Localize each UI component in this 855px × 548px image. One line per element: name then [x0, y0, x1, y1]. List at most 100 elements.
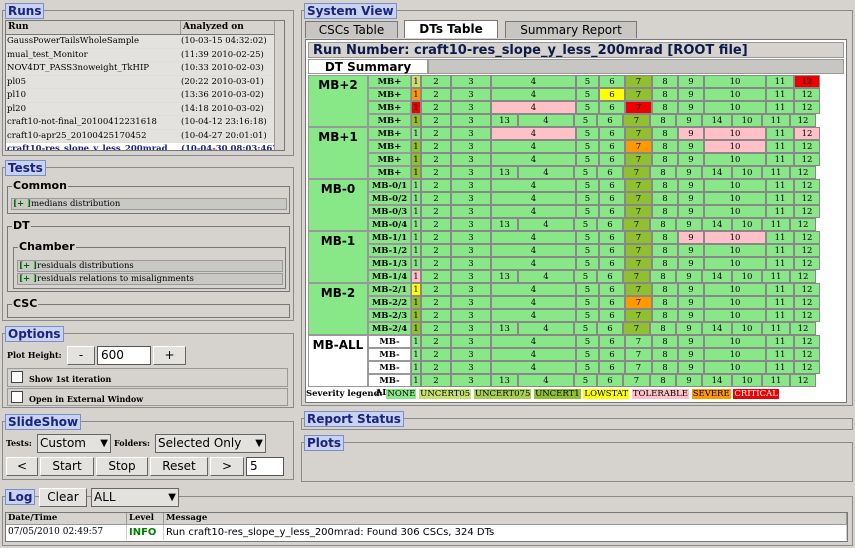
sector-cell[interactable]: 13 — [491, 114, 518, 127]
sector-cell[interactable]: 2 — [421, 140, 451, 153]
sector-cell[interactable]: 11 — [762, 270, 790, 283]
tab-summary-report[interactable]: Summary Report — [505, 21, 637, 38]
sector-cell[interactable]: 4 — [491, 140, 576, 153]
expand-icon[interactable]: [+ ] — [19, 274, 37, 284]
sector-cell[interactable]: 9 — [678, 283, 704, 296]
sector-cell[interactable]: 11 — [766, 296, 794, 309]
sector-cell[interactable]: 10 — [732, 114, 762, 127]
sector-cell[interactable]: 9 — [678, 101, 704, 114]
sector-cell[interactable]: 10 — [704, 361, 766, 374]
sector-cell[interactable]: 5 — [576, 192, 599, 205]
sector-cell[interactable]: 11 — [766, 361, 794, 374]
slideshow-stop-button[interactable]: Stop — [96, 457, 148, 476]
sector-cell[interactable]: 1 — [411, 231, 421, 244]
chamber-label[interactable]: MB-0/4 — [368, 218, 411, 231]
sector-cell[interactable]: 5 — [576, 296, 599, 309]
sector-cell[interactable]: 12 — [794, 153, 820, 166]
chamber-label[interactable]: MB-0/1 — [368, 179, 411, 192]
sector-cell[interactable]: 4 — [491, 296, 576, 309]
sector-cell[interactable]: 6 — [599, 75, 625, 88]
sector-cell[interactable]: 1 — [411, 348, 421, 361]
sector-cell[interactable]: 12 — [794, 88, 820, 101]
sector-cell[interactable]: 1 — [411, 101, 421, 114]
sector-cell[interactable]: 2 — [421, 114, 451, 127]
expand-icon[interactable]: [+ ] — [19, 261, 37, 271]
sector-cell[interactable]: 9 — [678, 140, 704, 153]
sector-cell[interactable]: 12 — [794, 361, 820, 374]
sector-cell[interactable]: 10 — [704, 101, 766, 114]
test-item-medians[interactable]: [+ ]medians distribution — [11, 198, 287, 210]
sector-cell[interactable]: 8 — [652, 348, 678, 361]
sector-cell[interactable]: 8 — [652, 205, 678, 218]
sector-cell[interactable]: 6 — [599, 192, 625, 205]
chamber-label[interactable]: MB+ 1/4 — [368, 166, 411, 190]
sector-cell[interactable]: 6 — [599, 153, 625, 166]
sector-cell[interactable]: 11 — [766, 335, 794, 348]
sector-cell[interactable]: 8 — [650, 270, 676, 283]
sector-cell[interactable]: 7 — [625, 127, 652, 140]
sector-cell[interactable]: 10 — [732, 374, 762, 387]
chamber-label[interactable]: MB-2/1 — [368, 283, 411, 296]
sector-cell[interactable]: 10 — [704, 244, 766, 257]
log-row[interactable]: 07/05/2010 02:49:57 INFO Run craft10-res… — [6, 525, 847, 540]
sector-cell[interactable]: 10 — [704, 257, 766, 270]
sector-cell[interactable]: 1 — [411, 179, 421, 192]
sector-cell[interactable]: 10 — [704, 192, 766, 205]
sector-cell[interactable]: 9 — [676, 166, 702, 179]
sector-cell[interactable]: 14 — [702, 322, 732, 335]
sector-cell[interactable]: 12 — [794, 140, 820, 153]
run-row[interactable]: NOV4DT_PASS3noweight_TkHIP (10:33 2010-02… — [6, 62, 284, 76]
plot-height-minus-button[interactable]: - — [67, 346, 95, 365]
tab-dts-table[interactable]: DTs Table — [404, 20, 498, 38]
sector-cell[interactable]: 3 — [451, 231, 491, 244]
sector-cell[interactable]: 6 — [597, 166, 623, 179]
sector-cell[interactable]: 3 — [451, 88, 491, 101]
chamber-label[interactable]: MB-ALL/2 — [368, 348, 411, 372]
sector-cell[interactable]: 8 — [652, 296, 678, 309]
sector-cell[interactable]: 5 — [574, 322, 597, 335]
sector-cell[interactable]: 2 — [421, 296, 451, 309]
sector-cell[interactable]: 9 — [678, 361, 704, 374]
sector-cell[interactable]: 6 — [599, 101, 625, 114]
log-clear-button[interactable]: Clear — [39, 488, 87, 507]
sector-cell[interactable]: 9 — [676, 270, 702, 283]
sector-cell[interactable]: 9 — [678, 153, 704, 166]
sector-cell[interactable]: 1 — [411, 296, 421, 309]
sector-cell[interactable]: 5 — [576, 283, 599, 296]
sector-cell[interactable]: 10 — [704, 205, 766, 218]
log-filter-select[interactable]: ALL ▼ — [91, 488, 179, 507]
sector-cell[interactable]: 2 — [421, 309, 451, 322]
sector-cell[interactable]: 11 — [766, 348, 794, 361]
sector-cell[interactable]: 11 — [766, 88, 794, 101]
sector-cell[interactable]: 11 — [762, 114, 790, 127]
sector-cell[interactable]: 5 — [576, 88, 599, 101]
sector-cell[interactable]: 3 — [451, 114, 491, 127]
run-row[interactable]: GaussPowerTailsWholeSample (10-03-15 04:3… — [6, 35, 284, 49]
sector-cell[interactable]: 2 — [421, 244, 451, 257]
sector-cell[interactable]: 8 — [652, 127, 678, 140]
sector-cell[interactable]: 4 — [491, 153, 576, 166]
sector-cell[interactable]: 9 — [678, 205, 704, 218]
sector-cell[interactable]: 2 — [421, 348, 451, 361]
sector-cell[interactable]: 8 — [652, 75, 678, 88]
sector-cell[interactable]: 7 — [625, 101, 652, 114]
sector-cell[interactable]: 4 — [518, 218, 574, 231]
sector-cell[interactable]: 8 — [652, 283, 678, 296]
sector-cell[interactable]: 11 — [766, 75, 794, 88]
chamber-label[interactable]: MB-ALL/3 — [368, 361, 411, 385]
sector-cell[interactable]: 12 — [794, 335, 820, 348]
run-row[interactable]: mual_test_Monitor (11:39 2010-02-25) — [6, 48, 284, 62]
sector-cell[interactable]: 8 — [650, 322, 676, 335]
sector-cell[interactable]: 9 — [676, 322, 702, 335]
sector-cell[interactable]: 5 — [576, 75, 599, 88]
sector-cell[interactable]: 6 — [599, 361, 625, 374]
sector-cell[interactable]: 12 — [794, 231, 820, 244]
sector-cell[interactable]: 9 — [678, 257, 704, 270]
sector-cell[interactable]: 7 — [625, 88, 652, 101]
sector-cell[interactable]: 3 — [451, 322, 491, 335]
sector-cell[interactable]: 9 — [678, 296, 704, 309]
chamber-label[interactable]: MB+ 1/1 — [368, 127, 411, 151]
sector-cell[interactable]: 3 — [451, 348, 491, 361]
sector-cell[interactable]: 9 — [676, 218, 702, 231]
chamber-label[interactable]: MB-ALL/4 — [368, 374, 411, 398]
